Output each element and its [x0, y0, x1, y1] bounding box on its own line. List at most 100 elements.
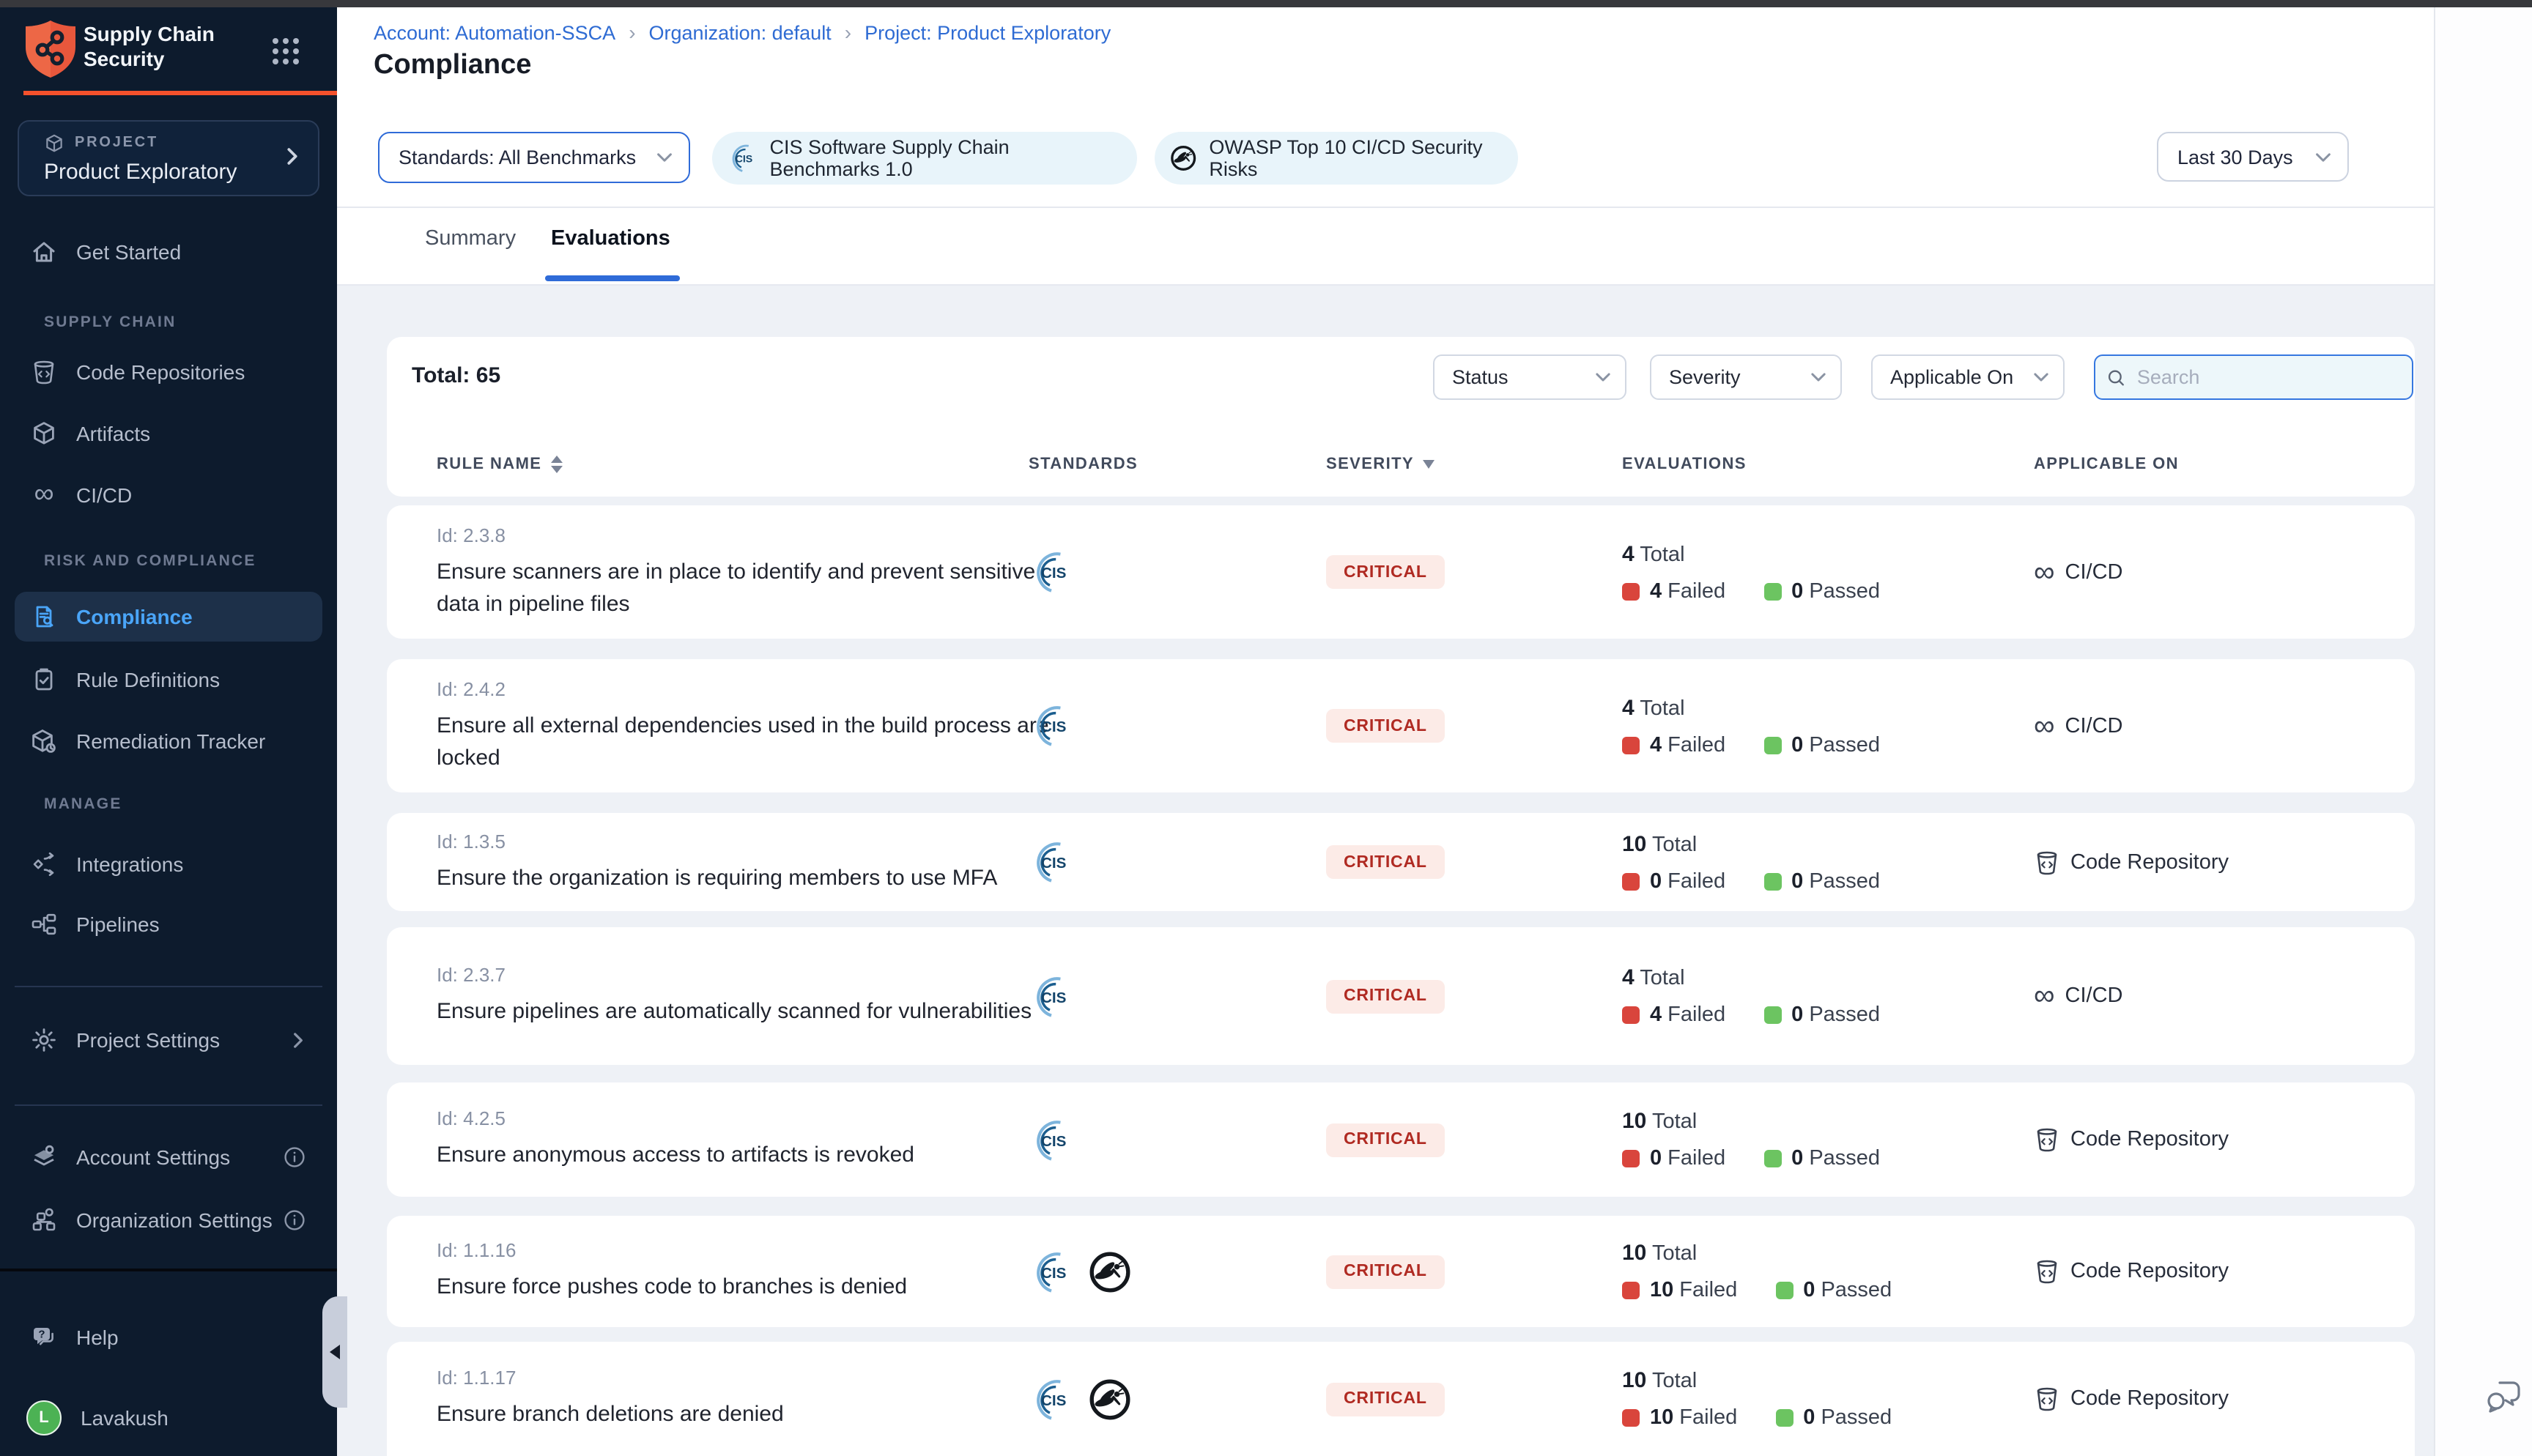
sidebar-item-label: Pipelines — [76, 913, 160, 936]
compliance-document-icon — [31, 603, 57, 630]
passed-count: 0 — [1791, 869, 1803, 893]
table-row[interactable]: Id: 1.1.16 Ensure force pushes code to b… — [387, 1216, 2415, 1327]
breadcrumb-organization-link[interactable]: Organization: default — [649, 21, 832, 43]
failed-count: 10 — [1650, 1406, 1673, 1430]
table-header-row: RULE NAME STANDARDS SEVERITY EVALUATIONS… — [387, 447, 2415, 482]
rule-id: Id: 1.1.16 — [437, 1239, 1029, 1261]
sidebar-item-account-settings[interactable]: Account Settings — [0, 1137, 337, 1178]
sidebar-item-get-started[interactable]: Get Started — [0, 231, 337, 272]
table-row[interactable]: Id: 4.2.5 Ensure anonymous access to art… — [387, 1082, 2415, 1197]
rule-name: Ensure anonymous access to artifacts is … — [437, 1140, 1052, 1172]
table-row[interactable]: Id: 2.3.8 Ensure scanners are in place t… — [387, 505, 2415, 639]
status-filter-dropdown[interactable]: Status — [1433, 354, 1626, 400]
failed-indicator — [1622, 1150, 1640, 1167]
passed-indicator — [1763, 582, 1781, 600]
sort-severity-icon[interactable] — [1423, 460, 1435, 469]
passed-count: 0 — [1791, 579, 1803, 603]
breadcrumb-project-link[interactable]: Project: Product Exploratory — [865, 21, 1111, 43]
column-evaluations: EVALUATIONS — [1622, 456, 2034, 473]
rule-id: Id: 2.4.2 — [437, 677, 1029, 699]
user-menu[interactable]: L Lavakush — [0, 1397, 337, 1438]
integrations-icon — [31, 851, 57, 877]
sidebar-item-compliance[interactable]: Compliance — [15, 592, 322, 642]
user-name: Lavakush — [81, 1406, 169, 1430]
layers-gear-icon — [31, 1144, 57, 1170]
chevron-right-icon — [292, 1032, 305, 1048]
breadcrumb-separator: › — [845, 21, 851, 44]
breadcrumb-account-link[interactable]: Account: Automation-SSCA — [374, 21, 615, 43]
sidebar-item-cicd[interactable]: ∞ CI/CD — [0, 475, 337, 516]
failed-indicator — [1622, 1409, 1640, 1427]
standards-dropdown[interactable]: Standards: All Benchmarks — [378, 132, 690, 183]
sidebar-item-organization-settings[interactable]: Organization Settings — [0, 1200, 337, 1241]
sort-rule-name-icon[interactable] — [550, 456, 562, 473]
avatar: L — [26, 1400, 62, 1435]
chevron-down-icon — [2034, 372, 2048, 382]
passed-count: 0 — [1803, 1279, 1815, 1302]
severity-filter-dropdown[interactable]: Severity — [1650, 354, 1842, 400]
cis-standard-icon — [1029, 1376, 1074, 1422]
benchmark-chip-cis[interactable]: CIS Software Supply Chain Benchmarks 1.0 — [712, 132, 1137, 185]
benchmark-chip-owasp[interactable]: OWASP Top 10 CI/CD Security Risks — [1155, 132, 1518, 185]
applicable-on-value: CI/CD — [2065, 984, 2123, 1008]
owasp-standard-icon — [1087, 1249, 1133, 1294]
code-repository-icon — [2034, 1258, 2060, 1285]
active-tab-underline — [545, 275, 680, 281]
table-row[interactable]: Id: 2.3.7 Ensure pipelines are automatic… — [387, 927, 2415, 1065]
sidebar-item-remediation-tracker[interactable]: Remediation Tracker — [0, 721, 337, 762]
passed-indicator — [1763, 872, 1781, 890]
sidebar-item-project-settings[interactable]: Project Settings — [0, 1019, 337, 1061]
evaluations-total-count: 4 — [1622, 541, 1635, 566]
sidebar-item-artifacts[interactable]: Artifacts — [0, 413, 337, 454]
support-chat-icon[interactable] — [2485, 1378, 2522, 1415]
cis-logo-icon — [727, 141, 758, 176]
tab-summary[interactable]: Summary — [425, 227, 516, 250]
rule-name: Ensure pipelines are automatically scann… — [437, 996, 1052, 1028]
applicable-on-filter-dropdown[interactable]: Applicable On — [1871, 354, 2065, 400]
info-icon[interactable] — [284, 1210, 305, 1230]
app-switcher-icon[interactable] — [273, 38, 299, 64]
sidebar-item-label: Integrations — [76, 853, 183, 876]
sidebar-item-label: Project Settings — [76, 1028, 220, 1052]
sidebar-item-pipelines[interactable]: Pipelines — [0, 904, 337, 945]
passed-indicator — [1775, 1409, 1793, 1427]
main-content: Account: Automation-SSCA › Organization:… — [337, 0, 2434, 1456]
table-row[interactable]: Id: 2.4.2 Ensure all external dependenci… — [387, 659, 2415, 792]
sidebar-item-rule-definitions[interactable]: Rule Definitions — [0, 659, 337, 700]
section-label-risk-compliance: RISK AND COMPLIANCE — [44, 552, 256, 570]
severity-badge: CRITICAL — [1326, 1123, 1445, 1156]
project-name: Product Exploratory — [44, 160, 237, 185]
app-logo-shield-icon — [23, 19, 78, 79]
sidebar-item-help[interactable]: ? Help — [0, 1317, 337, 1358]
time-range-dropdown[interactable]: Last 30 Days — [2157, 132, 2349, 182]
search-icon — [2107, 367, 2125, 387]
info-icon[interactable] — [284, 1147, 305, 1167]
project-selector[interactable]: PROJECT Product Exploratory — [18, 120, 319, 196]
sidebar-item-label: Remediation Tracker — [76, 729, 265, 753]
passed-indicator — [1775, 1282, 1793, 1299]
column-severity: SEVERITY — [1326, 456, 1622, 473]
column-rule-name: RULE NAME — [437, 456, 1029, 473]
status-filter-label: Status — [1452, 366, 1509, 388]
code-repository-icon — [2034, 1126, 2060, 1153]
cis-standard-icon — [1029, 973, 1074, 1019]
sidebar-item-integrations[interactable]: Integrations — [0, 844, 337, 885]
severity-badge: CRITICAL — [1326, 1255, 1445, 1288]
artifact-cube-icon — [31, 420, 57, 447]
table-row[interactable]: Id: 1.3.5 Ensure the organization is req… — [387, 813, 2415, 911]
severity-badge: CRITICAL — [1326, 845, 1445, 879]
infinity-icon: ∞ — [31, 485, 57, 505]
tab-evaluations[interactable]: Evaluations — [551, 227, 670, 250]
passed-indicator — [1763, 1150, 1781, 1167]
table-row[interactable]: Id: 1.1.17 Ensure branch deletions are d… — [387, 1342, 2415, 1456]
severity-badge: CRITICAL — [1326, 555, 1445, 589]
search-input[interactable] — [2134, 365, 2400, 390]
severity-badge: CRITICAL — [1326, 709, 1445, 743]
failed-indicator — [1622, 736, 1640, 754]
cicd-infinity-icon: ∞ — [2034, 562, 2055, 582]
sidebar-item-code-repositories[interactable]: Code Repositories — [0, 352, 337, 393]
sidebar-collapse-handle[interactable] — [322, 1296, 347, 1408]
failed-count: 4 — [1650, 1003, 1662, 1027]
right-rail — [2434, 0, 2532, 1456]
filter-bar-divider — [337, 207, 2434, 208]
